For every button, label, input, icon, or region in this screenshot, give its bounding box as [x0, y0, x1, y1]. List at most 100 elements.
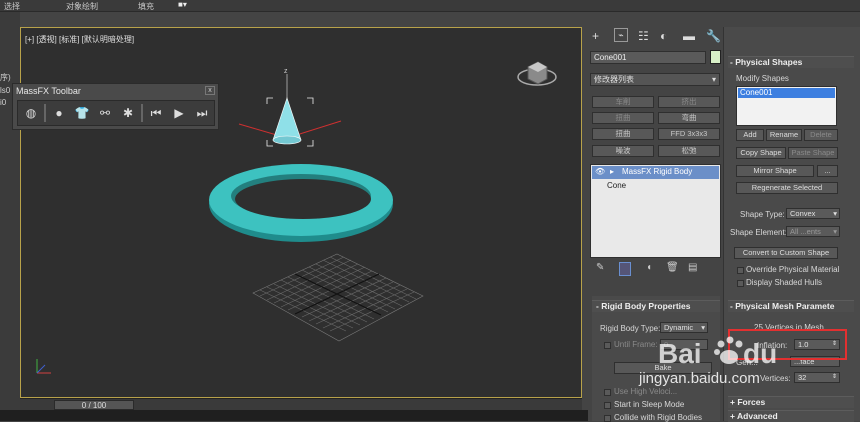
spinner-arrows-icon[interactable]: ⇕ [832, 373, 837, 382]
advanced-header-label: Advanced [737, 411, 778, 421]
shape-type-dropdown[interactable]: Convex ▾ [786, 208, 840, 219]
start-sleep-label: Start in Sleep Mode [614, 400, 685, 409]
shape-list-item[interactable]: Cone001 [738, 88, 835, 98]
forces-header-label: Forces [737, 397, 766, 407]
create-tab-icon[interactable]: + [592, 29, 599, 43]
massfx-toolbar-title: MassFX Toolbar [16, 86, 81, 96]
mesh-parameters-header[interactable]: - Physical Mesh Paramete [728, 300, 854, 312]
shape-type-value: Convex [790, 209, 816, 218]
modifier-list-dropdown[interactable]: 修改器列表 ▾ [590, 73, 720, 86]
rigid-body-type-dropdown[interactable]: Dynamic ▾ [660, 322, 708, 333]
rigid-body-header-label: Rigid Body Properties [601, 301, 691, 311]
vertices-spinner[interactable]: 32 ⇕ [794, 372, 840, 383]
eye-icon[interactable]: 👁 [595, 166, 605, 178]
forces-header[interactable]: + Forces [728, 396, 854, 408]
menu-populate[interactable]: 填充 [138, 1, 154, 12]
object-name-field[interactable]: Cone001 [590, 51, 706, 64]
cone-object: z [238, 68, 342, 147]
physical-shapes-header[interactable]: - Physical Shapes [728, 56, 854, 68]
rename-shape-button[interactable]: Rename [766, 129, 802, 141]
shape-element-value: All ...ents [790, 227, 821, 236]
ground-grid [252, 253, 424, 342]
shape-element-label: Shape Element: [730, 228, 787, 237]
modify-tab-icon[interactable]: ⌁ [614, 28, 628, 42]
inflation-highlight-box [728, 329, 847, 360]
paste-shape-button[interactable]: Paste Shape [788, 147, 838, 159]
motion-tab-icon[interactable]: ◐ [660, 29, 667, 43]
shape-element-dropdown[interactable]: All ...ents ▾ [786, 226, 840, 237]
left-strip-label-2: ls0 [0, 86, 11, 95]
time-slider[interactable]: 0 / 100 [54, 400, 134, 410]
camera-icon[interactable]: ■▾ [178, 0, 187, 9]
until-frame-field[interactable]: 0 [660, 339, 708, 350]
chevron-down-icon: ▾ [833, 209, 837, 218]
ragdoll-icon[interactable]: ✱ [118, 103, 138, 123]
hierarchy-tab-icon[interactable]: ☷ [638, 29, 649, 43]
rigid-body-header[interactable]: - Rigid Body Properties [592, 300, 720, 312]
twist-button-1[interactable]: 扭曲 [592, 112, 654, 124]
make-unique-icon[interactable]: ◖ [646, 262, 652, 273]
expand-icon: + [730, 411, 738, 421]
mirror-shape-button[interactable]: Mirror Shape [736, 165, 814, 177]
step-simulation-icon[interactable]: ⏭ [192, 103, 212, 123]
add-shape-button[interactable]: Add [736, 129, 764, 141]
twist-button-2[interactable]: 扭曲 [592, 128, 654, 140]
reset-simulation-icon[interactable]: ⏮ [146, 103, 166, 123]
mirror-options-button[interactable]: ... [817, 165, 838, 177]
stack-toolbar: ✎ ◖ 🗑 ▤ [590, 262, 721, 278]
viewcube-icon[interactable] [517, 55, 557, 89]
copy-shape-button[interactable]: Copy Shape [736, 147, 786, 159]
advanced-header[interactable]: + Advanced [728, 410, 854, 422]
delete-shape-button[interactable]: Delete [804, 129, 838, 141]
stack-item-cone[interactable]: Cone [607, 181, 626, 190]
extrude-button[interactable]: 挤出 [658, 96, 720, 108]
pin-stack-icon[interactable]: ✎ [596, 262, 604, 273]
until-frame-label: Until Frame: [614, 340, 658, 349]
override-material-label: Override Physical Material [746, 265, 840, 274]
command-panel-tabs: + ⌁ ☷ ◐ ▬ 🔧 [588, 27, 723, 47]
rigid-body-icon[interactable]: ● [49, 103, 69, 123]
play-simulation-icon[interactable]: ▶ [169, 103, 189, 123]
cloth-icon[interactable]: 👕 [72, 103, 92, 123]
override-material-checkbox[interactable] [737, 267, 744, 274]
ffd-button[interactable]: FFD 3x3x3 [658, 128, 720, 140]
chevron-down-icon: ▾ [701, 323, 705, 332]
close-icon[interactable]: x [205, 86, 215, 95]
massfx-toolbar[interactable]: MassFX Toolbar x ◍ ● 👕 ⚯ ✱ ⏮ ▶ ⏭ [12, 83, 219, 130]
modifier-stack[interactable]: 👁 ▸ MassFX Rigid Body Cone [590, 164, 721, 258]
regenerate-selected-button[interactable]: Regenerate Selected [736, 182, 838, 194]
rigid-body-type-value: Dynamic [664, 323, 694, 332]
object-color-swatch[interactable] [710, 50, 721, 64]
world-parameters-icon[interactable]: ◍ [21, 103, 41, 123]
toolbar-separator [141, 104, 143, 122]
show-end-result-icon[interactable] [619, 262, 631, 276]
toolbar-separator [44, 104, 46, 122]
use-high-velocity-checkbox[interactable] [604, 389, 611, 396]
lathe-button[interactable]: 车削 [592, 96, 654, 108]
start-sleep-checkbox[interactable] [604, 402, 611, 409]
noise-button[interactable]: 噪波 [592, 145, 654, 157]
utilities-tab-icon[interactable]: 🔧 [706, 29, 721, 43]
stack-item-massfx[interactable]: 👁 ▸ MassFX Rigid Body [592, 166, 719, 179]
menu-select[interactable]: 选择 [4, 1, 20, 12]
relax-button[interactable]: 松弛 [658, 145, 720, 157]
shape-list[interactable]: Cone001 [736, 86, 837, 126]
left-strip-label-1: 序) [0, 73, 11, 82]
configure-modifier-sets-icon[interactable]: ▤ [688, 262, 697, 273]
bake-button[interactable]: Bake [614, 362, 712, 374]
display-tab-icon[interactable]: ▬ [683, 29, 695, 43]
constraint-icon[interactable]: ⚯ [95, 103, 115, 123]
remove-modifier-icon[interactable]: 🗑 [666, 262, 679, 273]
expand-arrow-icon[interactable]: ▸ [610, 166, 614, 178]
vertices-value: 32 [798, 373, 807, 382]
modifier-list-label: 修改器列表 [594, 75, 634, 84]
bend-button[interactable]: 弯曲 [658, 112, 720, 124]
stack-item-massfx-label: MassFX Rigid Body [622, 167, 693, 176]
until-frame-checkbox[interactable] [604, 342, 611, 349]
axis-tripod-icon [36, 359, 51, 374]
mesh-parameters-header-label: Physical Mesh Paramete [735, 301, 835, 311]
convert-custom-shape-button[interactable]: Convert to Custom Shape [734, 247, 838, 259]
menu-object-paint[interactable]: 对象绘制 [66, 1, 98, 12]
display-hulls-checkbox[interactable] [737, 280, 744, 287]
chevron-down-icon: ▾ [711, 75, 716, 84]
